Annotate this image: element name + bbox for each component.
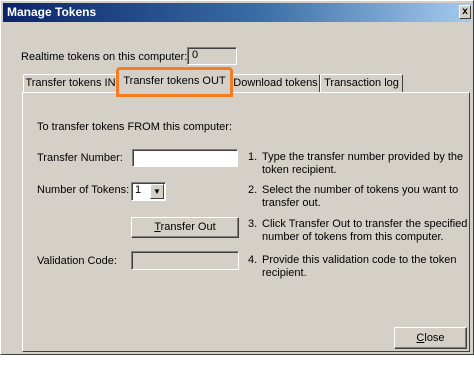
step-3-number: 3. [248,218,258,230]
step-3: 3. Click Transfer Out to transfer the sp… [248,218,474,244]
step-4: 4. Provide this validation code to the t… [248,254,474,280]
number-of-tokens-label: Number of Tokens: [37,184,130,196]
validation-code-field [131,251,239,270]
step-1: 1. Type the transfer number provided by … [248,151,474,177]
transfer-number-label: Transfer Number: [37,152,123,164]
step-4-number: 4. [248,254,258,266]
tokens-selected-value: 1 [135,184,142,196]
tab-transfer-out[interactable]: Transfer tokens OUT [116,67,233,97]
window-title: Manage Tokens [7,5,97,19]
title-bar[interactable]: Manage Tokens x [3,3,471,22]
realtime-tokens-field: 0 [187,47,237,65]
tab-transfer-in[interactable]: Transfer tokens IN [23,74,118,92]
blank-area [0,355,474,385]
step-3-text: Click Transfer Out to transfer the speci… [262,218,468,243]
tab-transaction-log[interactable]: Transaction log [320,74,403,92]
close-button[interactable]: Close [394,327,467,349]
step-1-text: Type the transfer number provided by the… [262,151,464,176]
manage-tokens-dialog: Manage Tokens x Realtime tokens on this … [0,0,474,355]
step-2-text: Select the number of tokens you want to … [262,184,459,209]
chevron-down-icon[interactable]: ▼ [150,184,164,199]
transfer-number-input[interactable] [132,149,238,167]
number-of-tokens-select[interactable]: 1 ▼ [131,182,166,201]
tab-download-tokens[interactable]: Download tokens [231,74,320,92]
step-1-number: 1. [248,151,258,163]
validation-code-label: Validation Code: [37,255,117,267]
panel-heading: To transfer tokens FROM this computer: [37,121,233,133]
step-4-text: Provide this validation code to the toke… [262,254,457,279]
realtime-tokens-label: Realtime tokens on this computer: [21,51,188,63]
step-2-number: 2. [248,184,258,196]
close-label: lose [424,332,445,344]
step-2: 2. Select the number of tokens you want … [248,184,474,210]
close-icon[interactable]: x [459,5,471,19]
transfer-out-panel: To transfer tokens FROM this computer: T… [22,92,470,352]
transfer-out-button[interactable]: Transfer Out [131,217,239,238]
transfer-out-label: ransfer Out [160,221,216,233]
